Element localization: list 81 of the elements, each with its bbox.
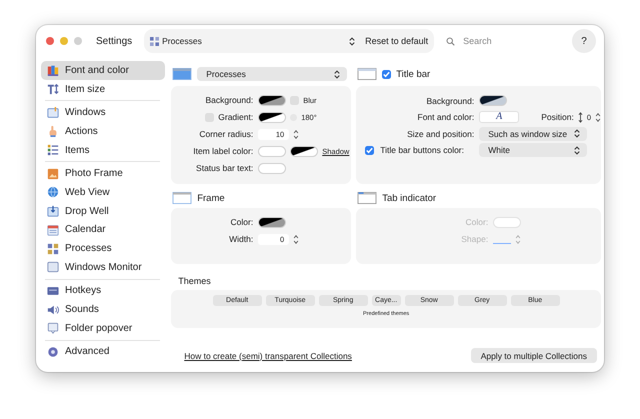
- stepper-icon[interactable]: [595, 112, 601, 122]
- speaker-icon: [47, 304, 59, 316]
- chevron-updown-icon: [349, 36, 356, 46]
- sidebar-item[interactable]: Hotkeys: [41, 282, 165, 300]
- collection-popup[interactable]: Processes: [197, 67, 348, 81]
- sidebar-item[interactable]: Item size: [41, 80, 165, 98]
- text-size-icon: [47, 83, 59, 96]
- stepper-icon[interactable]: [293, 234, 300, 244]
- sidebar-item[interactable]: Folder popover: [41, 318, 165, 338]
- form-label: Color:: [230, 217, 254, 227]
- color-well[interactable]: [290, 146, 318, 156]
- form-label: Size and position:: [406, 128, 474, 138]
- color-well[interactable]: [479, 95, 508, 106]
- list-icon: [47, 144, 59, 156]
- section-title: Frame: [197, 192, 225, 204]
- photo-icon: [47, 168, 59, 180]
- font-button[interactable]: A: [479, 111, 520, 123]
- title-bar-checkbox[interactable]: [382, 70, 392, 78]
- form-label: Position:: [541, 112, 574, 122]
- form-label: Gradient:: [218, 112, 254, 122]
- grid-icon: [150, 36, 160, 46]
- color-well[interactable]: [258, 146, 286, 156]
- tray-icon: [47, 205, 59, 218]
- popover-icon: [47, 322, 59, 334]
- checkbox-label: Title bar: [396, 68, 430, 80]
- sidebar-item[interactable]: Font and color: [41, 61, 165, 80]
- window-icon: [47, 106, 59, 119]
- sidebar-item[interactable]: Items: [41, 140, 165, 160]
- buttons-color-checkbox[interactable]: [365, 146, 374, 154]
- sidebar-item[interactable]: Actions: [41, 122, 165, 141]
- hand-icon: [47, 125, 59, 138]
- sidebar-item[interactable]: Web View: [41, 183, 165, 202]
- form-label: Item label color:: [192, 146, 254, 156]
- color-well[interactable]: [258, 112, 286, 122]
- sidebar-item[interactable]: Calendar: [41, 220, 165, 240]
- form-label: Title bar buttons color:: [380, 145, 464, 155]
- form-label: Width:: [228, 234, 254, 244]
- form-label: Font and color:: [416, 112, 474, 122]
- sidebar-item[interactable]: Sounds: [41, 300, 165, 319]
- color-well[interactable]: [258, 94, 286, 106]
- size-position-popup[interactable]: Such as window size: [479, 126, 588, 140]
- color-well[interactable]: [258, 216, 286, 228]
- apply-button[interactable]: Apply to multiple Collections: [470, 348, 597, 363]
- globe-icon: [47, 186, 59, 198]
- search-field[interactable]: Search: [461, 35, 556, 47]
- chevron-updown-icon: [574, 129, 580, 138]
- window-outline-icon: [357, 192, 378, 204]
- form-label: Status bar text:: [195, 163, 254, 173]
- window-title: Settings: [96, 36, 132, 46]
- sidebar-item[interactable]: Windows Monitor: [41, 258, 165, 277]
- sidebar-item[interactable]: Processes: [41, 239, 165, 258]
- form-label: Corner radius:: [198, 129, 254, 139]
- buttons-color-popup[interactable]: White: [479, 143, 588, 157]
- help-button[interactable]: ?: [572, 29, 596, 53]
- form-label: Shape:: [460, 234, 488, 244]
- window-preview-icon: [172, 68, 192, 80]
- stepper-icon[interactable]: [293, 128, 300, 140]
- calendar-icon: [47, 224, 59, 236]
- minimize-button[interactable]: [60, 37, 68, 45]
- chevron-updown-icon: [334, 70, 340, 78]
- form-label: Background:: [204, 95, 254, 105]
- grid-icon: [47, 242, 59, 255]
- help-link[interactable]: How to create (semi) transparent Collections: [184, 350, 352, 360]
- reset-button[interactable]: Reset to default: [365, 31, 428, 51]
- form-label: Background:: [425, 96, 474, 106]
- keyboard-icon: [47, 284, 59, 297]
- color-well[interactable]: [258, 162, 286, 174]
- vertical-arrows-icon: [578, 112, 583, 122]
- sidebar-item[interactable]: Photo Frame: [41, 164, 165, 184]
- sidebar-item[interactable]: Advanced: [41, 342, 165, 362]
- collection-select[interactable]: Processes: [150, 31, 356, 51]
- chevron-updown-icon: [574, 146, 580, 154]
- section-title: Tab indicator: [382, 192, 436, 204]
- window-outline-icon: [357, 68, 378, 80]
- window-outline-icon: [172, 192, 192, 204]
- form-label: Color:: [464, 217, 488, 227]
- sidebar-item[interactable]: Drop Well: [41, 202, 165, 220]
- close-button[interactable]: [46, 37, 54, 45]
- search-icon: [446, 36, 456, 46]
- section-title: Themes: [178, 276, 212, 286]
- sidebar-item[interactable]: Windows: [41, 103, 165, 122]
